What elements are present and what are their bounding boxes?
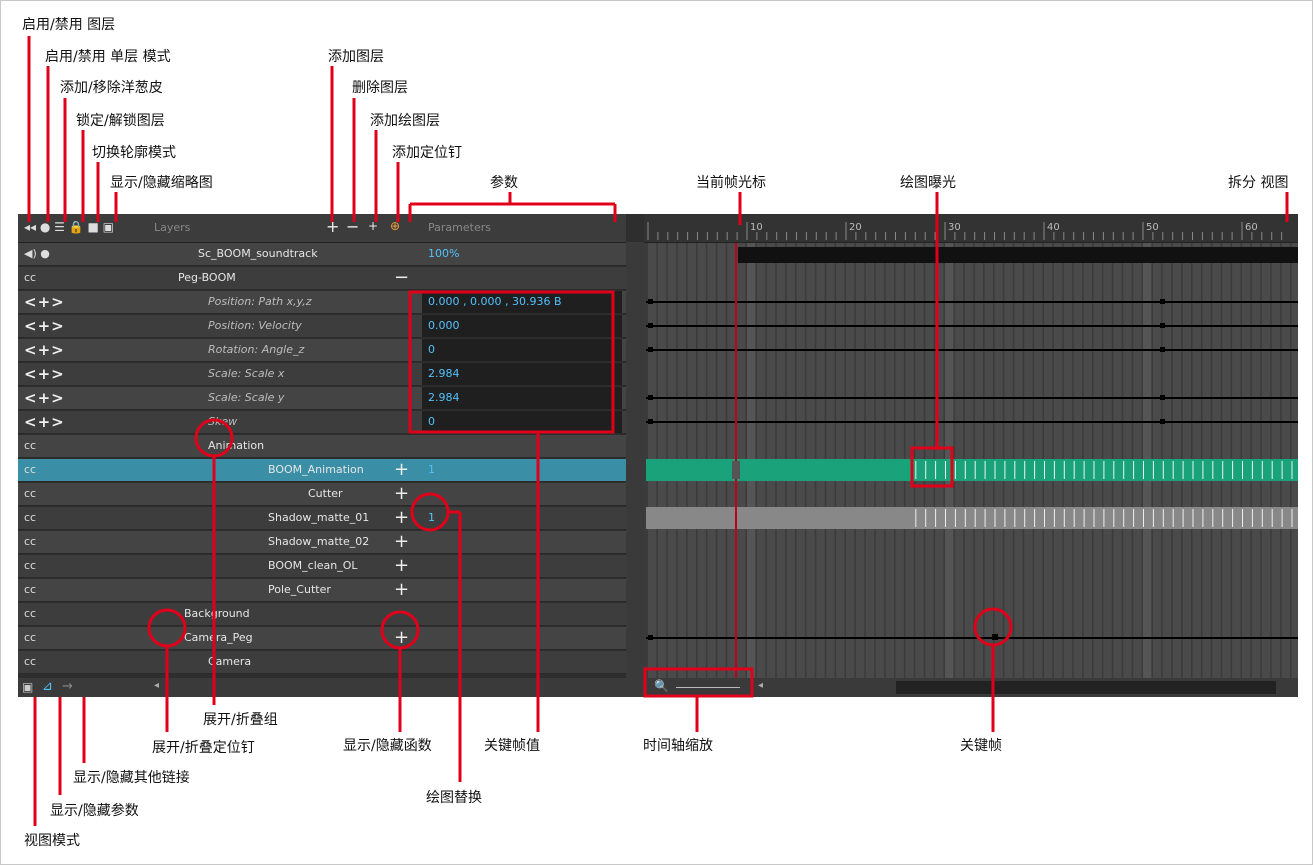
callout-circle: [380, 610, 420, 650]
callout-box: [643, 667, 754, 698]
callout-circle: [194, 418, 234, 458]
annotation-overlay: [27, 36, 1289, 826]
callout-box: [408, 290, 615, 434]
callout-circle: [410, 492, 450, 532]
callout-circle: [973, 607, 1013, 647]
callout-box: [910, 446, 954, 488]
callout-circle: [147, 608, 187, 648]
